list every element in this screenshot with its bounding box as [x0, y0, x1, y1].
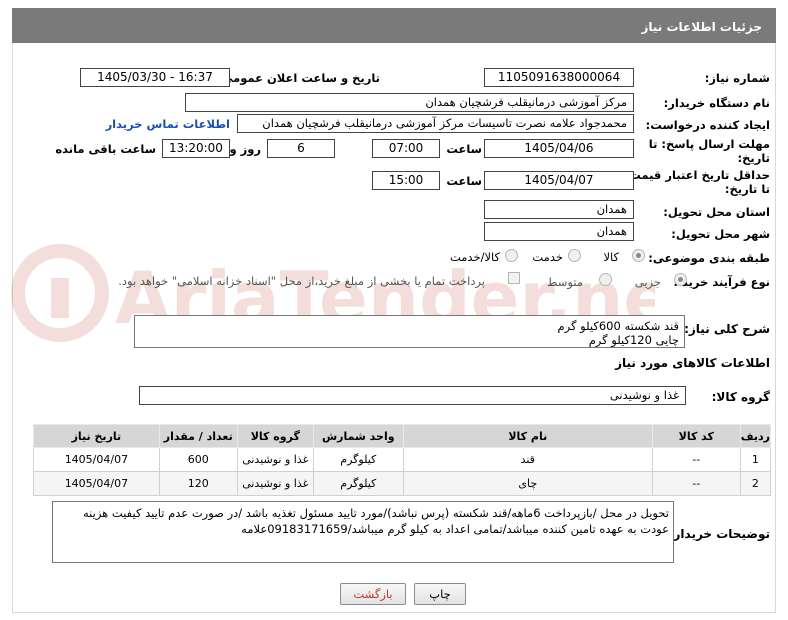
province-field: همدان	[484, 200, 634, 219]
treasury-note: پرداخت تمام یا بخشی از مبلغ خرید،از محل …	[118, 274, 485, 288]
cell-quantity: 120	[158, 471, 238, 496]
buyer-contact-link[interactable]: اطلاعات تماس خریدار	[106, 117, 230, 131]
cell-row: 1	[739, 447, 772, 472]
category-label: طبقه بندی موضوعی:	[648, 251, 770, 265]
send-deadline-label-1: مهلت ارسال پاسخ: تا	[648, 137, 770, 151]
need-number-field: 1105091638000064	[484, 68, 634, 87]
goods-info-title: اطلاعات کالاهای مورد نیاز	[615, 356, 770, 370]
page-header: جزئیات اطلاعات نیاز	[12, 8, 776, 43]
col-group: گروه کالا	[236, 424, 314, 448]
price-validity-label-1: حداقل تاریخ اعتبار قیمت:	[624, 168, 770, 182]
cell-code: --	[651, 471, 741, 496]
cell-unit: کیلوگرم	[312, 447, 404, 472]
cell-group: غذا و نوشیدنی	[236, 471, 314, 496]
description-line-2: چایی 120کیلو گرم	[588, 333, 679, 347]
buyer-notes-line-1: تحویل در محل /بازپرداخت 6ماهه/قند شکسته …	[83, 506, 669, 520]
category-option-service: خدمت	[532, 250, 563, 264]
cell-date: 1405/04/07	[33, 471, 160, 496]
page-title: جزئیات اطلاعات نیاز	[641, 20, 762, 34]
col-row: ردیف	[739, 424, 772, 448]
requester-field: محمدجواد علامه نصرت تاسیسات مرکز آموزشی …	[237, 114, 634, 133]
goods-group-field: غذا و نوشیدنی	[139, 386, 686, 405]
purchase-option-minor: جزیی	[634, 275, 661, 289]
treasury-checkbox[interactable]	[508, 272, 520, 284]
general-description-textarea[interactable]: قند شکسته 600کیلو گرم چایی 120کیلو گرم	[134, 315, 685, 348]
purchase-radio-medium[interactable]	[599, 273, 612, 286]
category-radio-service[interactable]	[568, 249, 581, 262]
goods-group-label: گروه کالا:	[711, 390, 770, 404]
category-radio-goods[interactable]	[632, 249, 645, 262]
cell-name: قند	[402, 447, 653, 472]
col-code: کد کالا	[651, 424, 741, 448]
price-validity-label-2: تا تاریخ:	[724, 182, 770, 196]
table-header-row: ردیف کد کالا نام کالا واحد شمارش گروه کا…	[33, 424, 772, 448]
purchase-option-medium: متوسط	[546, 275, 583, 289]
price-validity-date: 1405/04/07	[484, 171, 634, 190]
purchase-type-label: نوع فرآیند خرید :	[673, 275, 770, 289]
time-remaining: 13:20:00	[162, 139, 230, 158]
back-button[interactable]: بازگشت	[340, 583, 406, 605]
buyer-notes-label: توضیحات خریدار:	[668, 527, 770, 541]
purchase-radio-minor[interactable]	[674, 273, 687, 286]
col-name: نام کالا	[402, 424, 653, 448]
city-label: شهر محل تحویل:	[671, 227, 770, 241]
cell-row: 2	[739, 471, 772, 496]
cell-name: چای	[402, 471, 653, 496]
announce-label: تاریخ و ساعت اعلان عمومی:	[216, 71, 380, 85]
print-button[interactable]: چاپ	[414, 583, 466, 605]
send-deadline-date: 1405/04/06	[484, 139, 634, 158]
table-row: 1 -- قند کیلوگرم غذا و نوشیدنی 600 1405/…	[33, 447, 772, 472]
price-validity-time: 15:00	[372, 171, 440, 190]
table-row: 2 -- چای کیلوگرم غذا و نوشیدنی 120 1405/…	[33, 471, 772, 496]
cell-quantity: 600	[158, 447, 238, 472]
buyer-notes-line-2: عودت به عهده تامین کننده میباشد/تمامی اع…	[241, 522, 669, 536]
send-deadline-time: 07:00	[372, 139, 440, 158]
col-quantity: تعداد / مقدار	[158, 424, 238, 448]
buyer-org-field: مرکز آموزشی درمانیقلب فرشچیان همدان	[185, 93, 634, 112]
category-radio-both[interactable]	[505, 249, 518, 262]
general-description-label: شرح کلی نیاز:	[684, 322, 770, 336]
need-number-label: شماره نیاز:	[704, 71, 770, 85]
category-option-goods: کالا	[603, 250, 619, 264]
remaining-label: ساعت باقی مانده	[55, 142, 156, 156]
goods-table: ردیف کد کالا نام کالا واحد شمارش گروه کا…	[33, 424, 772, 496]
cell-code: --	[651, 447, 741, 472]
buyer-org-label: نام دستگاه خریدار:	[663, 96, 770, 110]
requester-label: ایجاد کننده درخواست:	[645, 118, 770, 132]
announce-field: 1405/03/30 - 16:37	[80, 68, 230, 87]
send-time-label: ساعت	[446, 142, 482, 156]
send-deadline-label-2: تاریخ:	[737, 151, 770, 165]
category-option-both: کالا/خدمت	[449, 250, 500, 264]
days-label: روز و	[229, 142, 261, 156]
days-remaining: 6	[267, 139, 335, 158]
price-time-label: ساعت	[446, 174, 482, 188]
buyer-notes-textarea[interactable]: تحویل در محل /بازپرداخت 6ماهه/قند شکسته …	[52, 501, 674, 563]
cell-date: 1405/04/07	[33, 447, 160, 472]
col-unit: واحد شمارش	[312, 424, 404, 448]
cell-group: غذا و نوشیدنی	[236, 447, 314, 472]
city-field: همدان	[484, 222, 634, 241]
cell-unit: کیلوگرم	[312, 471, 404, 496]
description-line-1: قند شکسته 600کیلو گرم	[557, 319, 679, 333]
col-date: تاریخ نیاز	[33, 424, 160, 448]
province-label: استان محل تحویل:	[663, 205, 770, 219]
